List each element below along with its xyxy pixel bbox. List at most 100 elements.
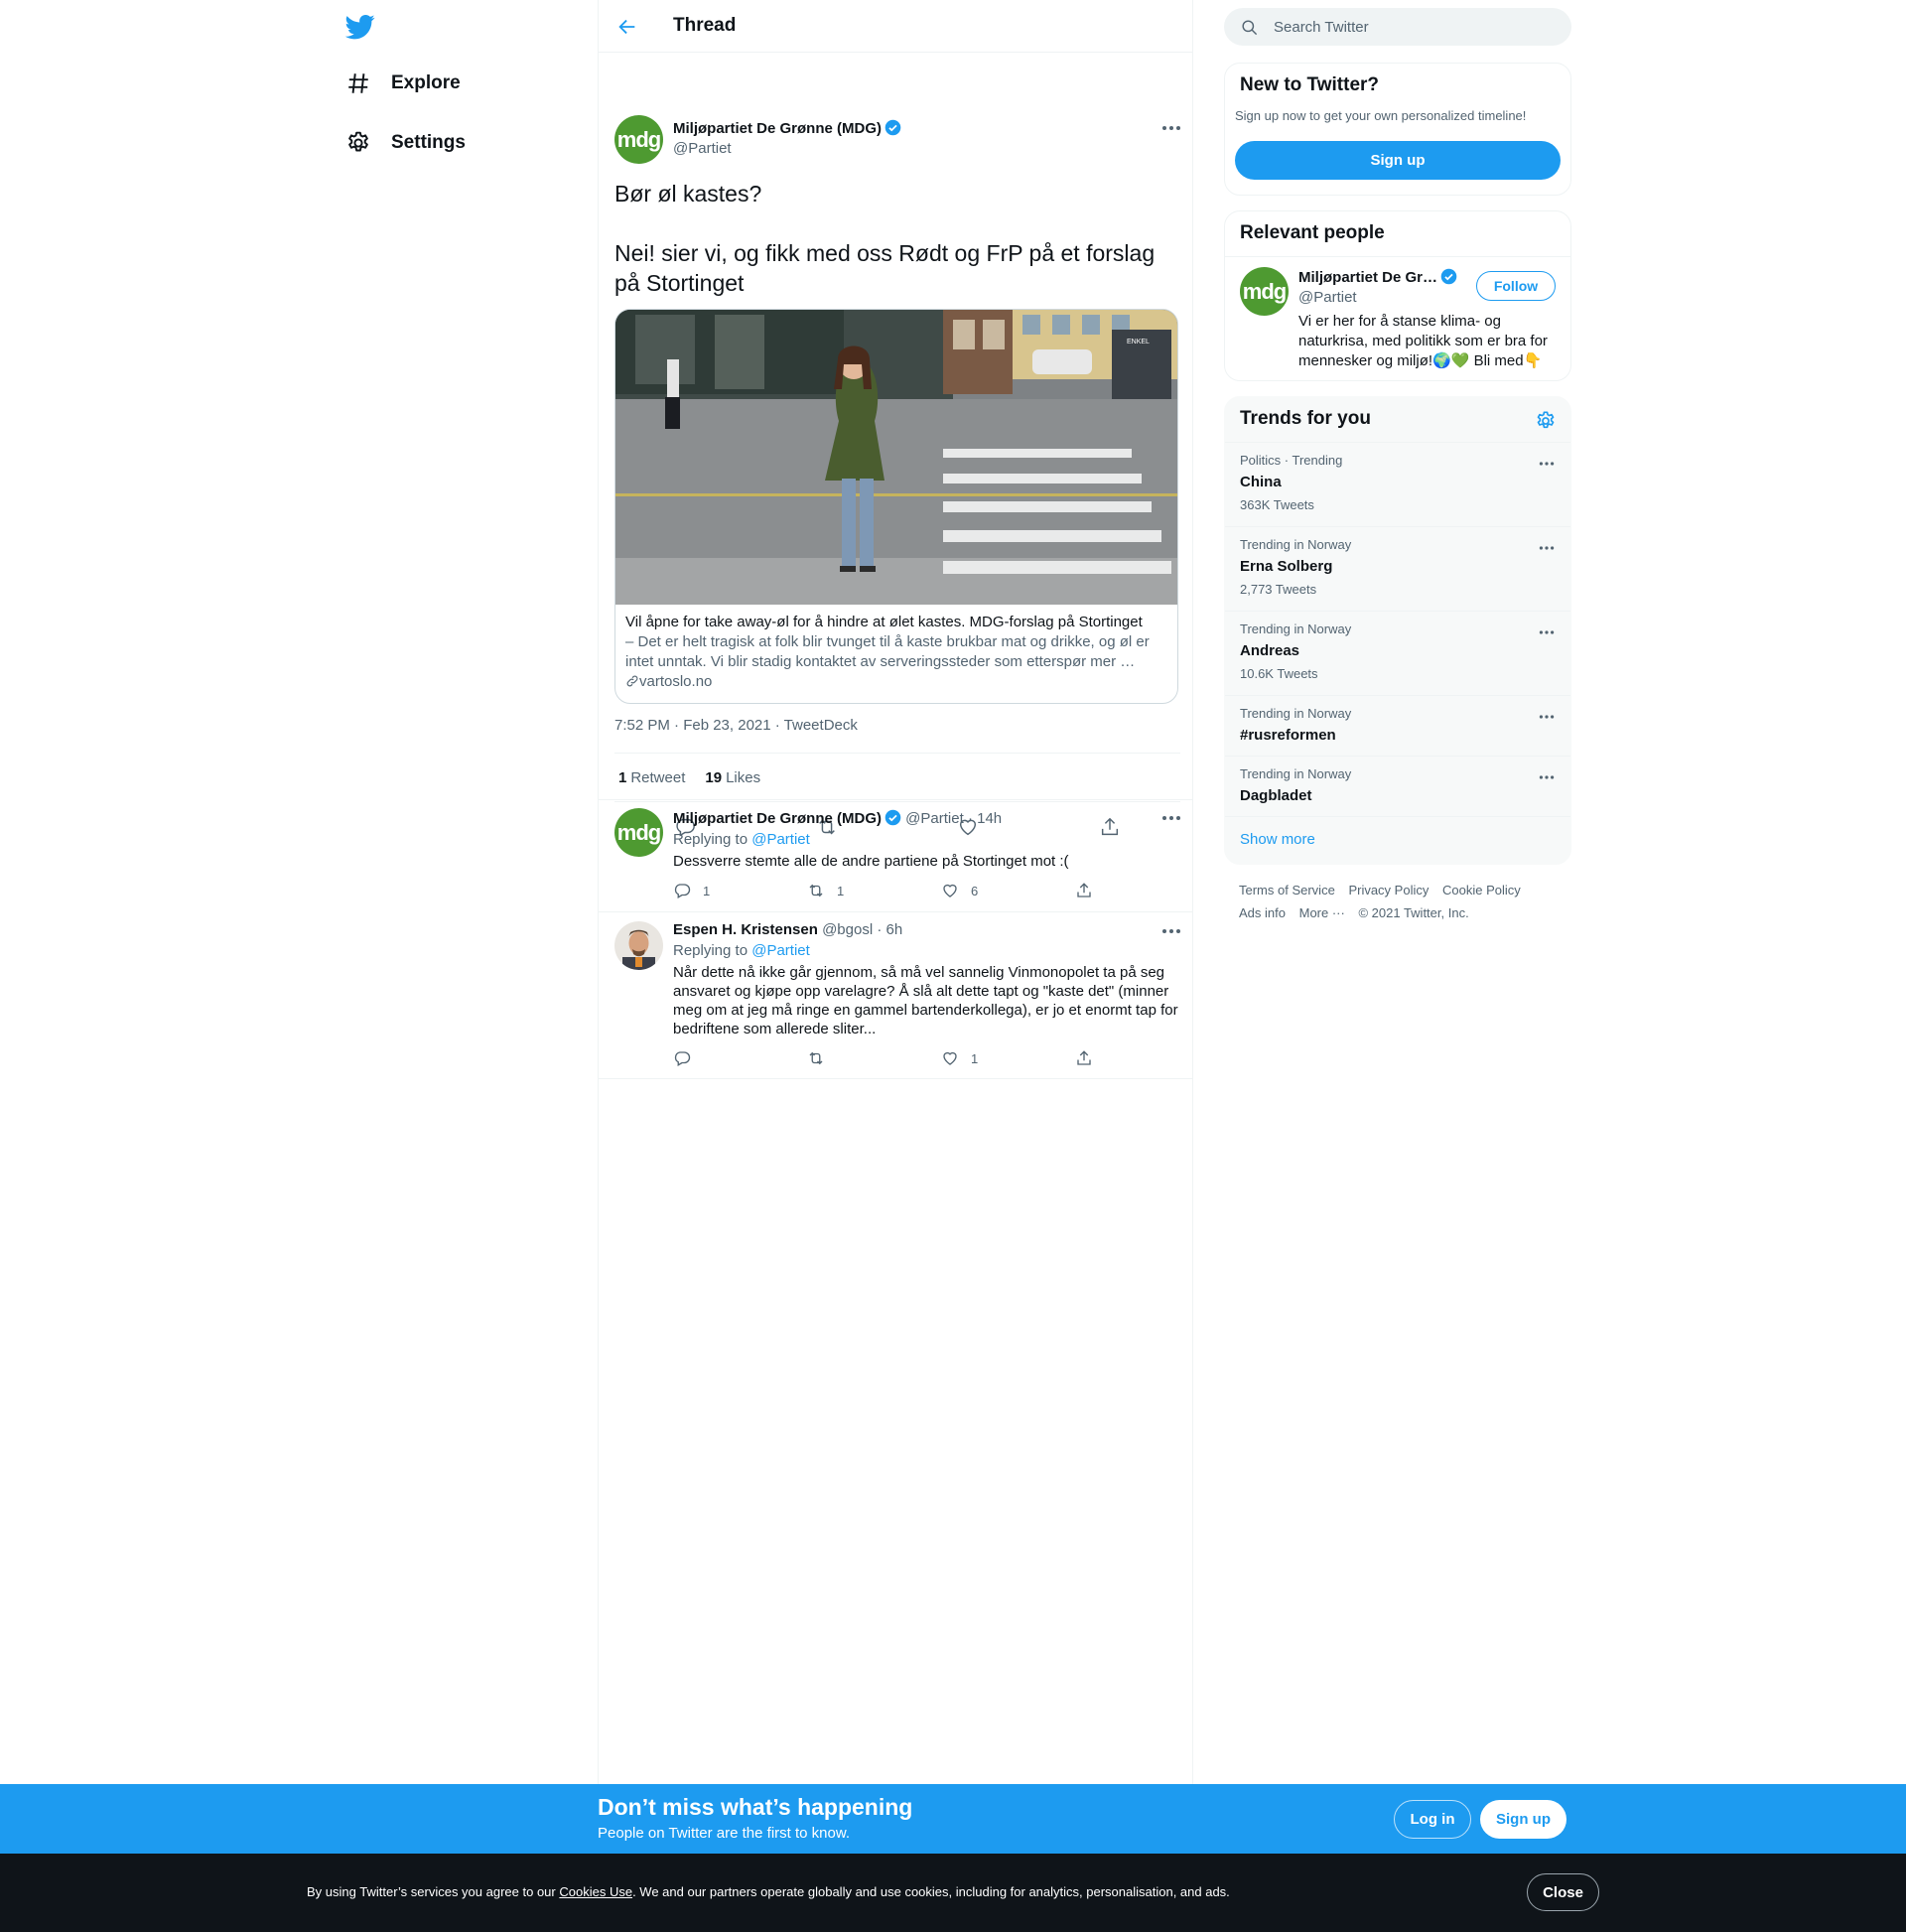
link-card[interactable]: ENKEL Vil åpne for take away-øl for å hi… bbox=[614, 309, 1178, 704]
retweets-stat[interactable]: 1 Retweet bbox=[618, 769, 685, 786]
show-more-row[interactable]: Show more bbox=[1225, 816, 1570, 864]
more-options-icon[interactable] bbox=[1539, 629, 1555, 635]
avatar[interactable]: mdg bbox=[614, 115, 663, 164]
log-in-button[interactable]: Log in bbox=[1394, 1800, 1471, 1839]
panel-title: Trends for you bbox=[1240, 408, 1371, 429]
retweet-button[interactable] bbox=[807, 1049, 837, 1067]
more-options-icon[interactable] bbox=[1539, 545, 1555, 551]
divider bbox=[599, 1078, 1192, 1079]
ads-info-link[interactable]: Ads info bbox=[1239, 905, 1286, 920]
gear-icon[interactable] bbox=[1535, 410, 1557, 432]
twitter-logo-icon[interactable] bbox=[345, 12, 375, 42]
trend-item[interactable]: Politics · Trending China 363K Tweets bbox=[1225, 442, 1570, 526]
relevant-people-panel: Relevant people mdg Miljøpartiet De Gr… … bbox=[1224, 210, 1571, 381]
reply-time[interactable]: · 6h bbox=[877, 921, 902, 938]
follow-button[interactable]: Follow bbox=[1476, 271, 1556, 301]
reply-header: Espen H. Kristensen @bgosl · 6h bbox=[673, 921, 902, 938]
like-icon bbox=[943, 884, 957, 897]
author-name[interactable]: Miljøpartiet De Grønne (MDG) bbox=[673, 119, 901, 137]
reply-button[interactable] bbox=[673, 1049, 703, 1067]
card-domain-text: vartoslo.no bbox=[639, 673, 713, 690]
reply-author-handle[interactable]: @bgosl bbox=[822, 921, 873, 938]
reply-text: Dessverre stemte alle de andre partiene … bbox=[673, 853, 1069, 870]
replying-to: Replying to @Partiet bbox=[673, 942, 810, 959]
more-link[interactable]: More ··· bbox=[1299, 905, 1345, 920]
reply-text: Når dette nå ikke går gjennom, så må vel… bbox=[673, 964, 1178, 1037]
footer-links-row-2: Ads info More ··· © 2021 Twitter, Inc. bbox=[1239, 905, 1479, 920]
reply-tweet[interactable]: mdg Miljøpartiet De Grønne (MDG) @Partie… bbox=[599, 800, 1192, 911]
trend-item[interactable]: Trending in Norway Dagbladet bbox=[1225, 756, 1570, 816]
more-options-icon[interactable] bbox=[1161, 125, 1181, 131]
cookies-use-link[interactable]: Cookies Use bbox=[559, 1884, 632, 1899]
more-options-icon[interactable] bbox=[1539, 774, 1555, 780]
terms-link[interactable]: Terms of Service bbox=[1239, 883, 1335, 897]
likes-stat[interactable]: 19 Likes bbox=[705, 769, 760, 786]
tweet-source[interactable]: TweetDeck bbox=[784, 717, 858, 734]
tweet-text-line-1: Bør øl kastes? bbox=[614, 181, 762, 207]
verified-badge-icon bbox=[1440, 268, 1457, 285]
banner-title: Don’t miss what’s happening bbox=[598, 1794, 913, 1820]
retweet-icon bbox=[809, 884, 823, 897]
avatar[interactable] bbox=[614, 921, 663, 970]
card-image: ENKEL bbox=[615, 310, 1177, 605]
trend-name: #rusreformen bbox=[1240, 727, 1336, 744]
trend-category: Trending in Norway bbox=[1240, 537, 1352, 552]
card-photo-sign: ENKEL bbox=[1127, 339, 1150, 345]
avatar[interactable]: mdg bbox=[1240, 267, 1289, 316]
trend-category: Politics · Trending bbox=[1240, 453, 1343, 468]
sign-up-button[interactable]: Sign up bbox=[1480, 1800, 1566, 1839]
verified-badge-icon bbox=[885, 119, 901, 136]
share-button[interactable] bbox=[1075, 882, 1105, 899]
trend-category: Trending in Norway bbox=[1240, 621, 1352, 636]
person-bio: Vi er her for å stanse klima- og naturkr… bbox=[1298, 313, 1548, 369]
search-box[interactable] bbox=[1224, 8, 1571, 46]
like-button[interactable]: 6 bbox=[941, 882, 978, 899]
more-options-icon[interactable] bbox=[1539, 461, 1555, 467]
gear-icon bbox=[348, 131, 368, 152]
back-arrow-icon[interactable] bbox=[616, 16, 638, 38]
more-options-icon[interactable] bbox=[1161, 928, 1181, 934]
like-button[interactable]: 1 bbox=[941, 1049, 978, 1067]
search-icon bbox=[1242, 20, 1258, 36]
card-photo-street-scene: ENKEL bbox=[615, 310, 1177, 605]
card-domain: vartoslo.no bbox=[625, 672, 1167, 692]
nav-settings[interactable]: Settings bbox=[345, 123, 466, 163]
trend-item[interactable]: Trending in Norway #rusreformen bbox=[1225, 695, 1570, 756]
author-handle[interactable]: @Partiet bbox=[673, 140, 732, 157]
card-body: Vil åpne for take away-øl for å hindre a… bbox=[615, 605, 1177, 700]
share-button[interactable] bbox=[1075, 1049, 1105, 1067]
trend-item[interactable]: Trending in Norway Erna Solberg 2,773 Tw… bbox=[1225, 526, 1570, 611]
replying-to-handle[interactable]: @Partiet bbox=[751, 942, 810, 959]
cookie-text: By using Twitter’s services you agree to… bbox=[307, 1884, 1230, 1899]
timestamp-text[interactable]: 7:52 PM · Feb 23, 2021 bbox=[614, 717, 771, 734]
avatar[interactable]: mdg bbox=[614, 808, 663, 857]
show-more-link[interactable]: Show more bbox=[1240, 831, 1315, 848]
nav-explore[interactable]: Explore bbox=[345, 64, 461, 103]
reply-time[interactable]: · 14h bbox=[968, 810, 1002, 827]
like-icon bbox=[943, 1051, 957, 1065]
retweet-button[interactable]: 1 bbox=[807, 882, 844, 899]
replying-to-handle[interactable]: @Partiet bbox=[751, 831, 810, 848]
reply-author-handle[interactable]: @Partiet bbox=[905, 810, 964, 827]
more-options-icon[interactable] bbox=[1161, 815, 1181, 821]
person-handle[interactable]: @Partiet bbox=[1298, 289, 1357, 306]
nav-settings-label: Settings bbox=[391, 132, 466, 153]
replying-to: Replying to @Partiet bbox=[673, 831, 810, 848]
retweet-count: 1 bbox=[837, 883, 845, 898]
trend-item[interactable]: Trending in Norway Andreas 10.6K Tweets bbox=[1225, 611, 1570, 695]
reply-author-name[interactable]: Espen H. Kristensen bbox=[673, 921, 818, 938]
cookie-policy-link[interactable]: Cookie Policy bbox=[1442, 883, 1521, 897]
person-name[interactable]: Miljøpartiet De Gr… bbox=[1298, 268, 1457, 286]
more-options-icon[interactable] bbox=[1539, 714, 1555, 720]
close-button[interactable]: Close bbox=[1527, 1873, 1599, 1911]
privacy-link[interactable]: Privacy Policy bbox=[1348, 883, 1429, 897]
search-input[interactable] bbox=[1274, 8, 1552, 46]
card-title: Vil åpne for take away-øl for å hindre a… bbox=[625, 614, 1143, 630]
sign-up-button[interactable]: Sign up bbox=[1235, 141, 1561, 180]
reply-author-name[interactable]: Miljøpartiet De Grønne (MDG) bbox=[673, 810, 882, 827]
trend-category: Trending in Norway bbox=[1240, 766, 1352, 781]
cookie-text-before: By using Twitter’s services you agree to… bbox=[307, 1884, 560, 1899]
copyright: © 2021 Twitter, Inc. bbox=[1358, 905, 1469, 920]
reply-button[interactable]: 1 bbox=[673, 882, 710, 899]
reply-tweet[interactable]: Espen H. Kristensen @bgosl · 6h Replying… bbox=[599, 912, 1192, 1078]
